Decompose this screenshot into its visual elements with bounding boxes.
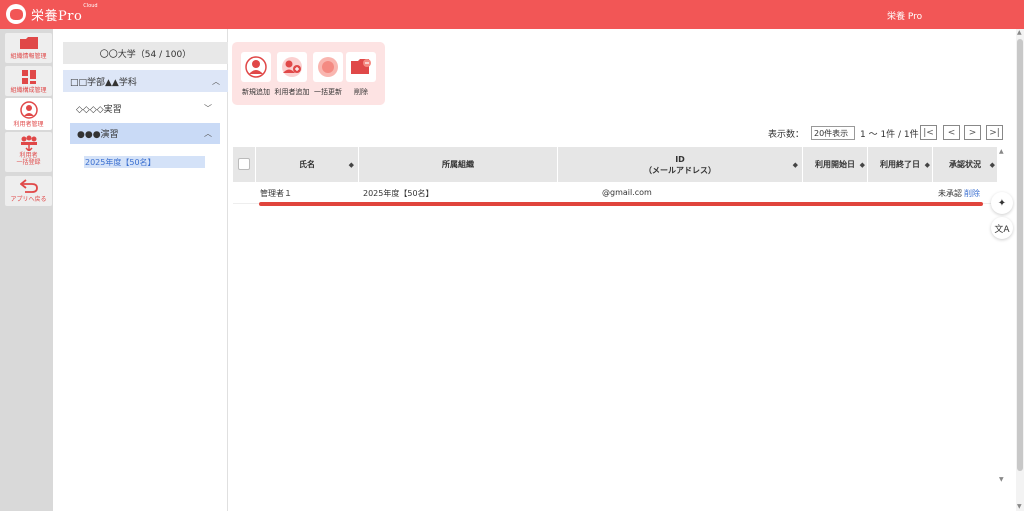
rail-label-line1: 利用者 [19, 152, 38, 159]
column-label: 利用終了日 [880, 160, 920, 169]
rail-item-org-info[interactable]: 組織情報管理 [5, 33, 52, 63]
scroll-up-icon[interactable]: ▲ [1017, 29, 1022, 36]
rail-item-user-management[interactable]: 利用者管理 [5, 98, 52, 130]
tree-item-year-group[interactable]: 2025年度【50名】 [84, 156, 205, 168]
cell-email: @gmail.com [602, 188, 652, 197]
column-label: ID [675, 154, 685, 164]
layout-icon [21, 70, 36, 84]
column-sublabel: （メールアドレス） [644, 165, 716, 175]
sort-icon[interactable]: ◆ [349, 160, 354, 171]
add-user-icon [282, 57, 302, 77]
delete-link[interactable]: 削除 [964, 188, 980, 199]
left-rail: 組織情報管理 組織構成管理 利用者管理 利用者 一括登録 アプリへ戻る [0, 29, 53, 511]
page-range: 1 〜 1件 / 1件 [860, 129, 919, 140]
scroll-down-icon[interactable]: ▼ [1017, 503, 1022, 510]
sparkle-icon[interactable]: ✦ [991, 192, 1013, 214]
tree-item-course-b[interactable]: ●●●演習 ︿ [70, 123, 220, 144]
tree-item-label: 2025年度【50名】 [85, 157, 156, 167]
column-start-date[interactable]: 利用開始日 ◆ [803, 147, 868, 182]
column-label: 利用開始日 [815, 160, 855, 169]
column-id[interactable]: ID （メールアドレス） ◆ [558, 147, 803, 182]
last-page-button[interactable]: >| [986, 125, 1003, 140]
org-tree-panel: 〇〇大学（54 / 100） □□学部▲▲学科 ︿ ◇◇◇◇実習 ﹀ ●●●演習… [53, 29, 228, 511]
next-page-button[interactable]: > [964, 125, 981, 140]
sort-icon[interactable]: ◆ [860, 160, 865, 171]
logo-text: 栄養Pro [31, 8, 83, 24]
action-label: 一括更新 [314, 88, 342, 96]
column-label: 承認状況 [949, 160, 981, 169]
folder-icon [19, 37, 38, 49]
header-title: 栄養 Pro [887, 12, 923, 22]
column-name[interactable]: 氏名 ◆ [256, 147, 359, 182]
new-add-button[interactable]: 新規追加 [241, 52, 271, 97]
tree-item-course-a[interactable]: ◇◇◇◇実習 ﹀ [70, 98, 220, 118]
return-icon [19, 179, 38, 193]
page-size-select[interactable]: 20件表示 [811, 126, 855, 140]
delete-folder-icon [351, 59, 371, 74]
first-page-button[interactable]: |< [920, 125, 937, 140]
rail-item-bulk-register[interactable]: 利用者 一括登録 [5, 132, 52, 172]
table-scroll-up-icon[interactable]: ▲ [999, 148, 1004, 155]
rail-label: 組織情報管理 [10, 53, 47, 60]
app-header: 栄養Pro Cloud 栄養 Pro [0, 0, 1024, 29]
rail-label: 組織構成管理 [10, 87, 47, 94]
refresh-icon [318, 57, 338, 77]
prev-page-button[interactable]: < [943, 125, 960, 140]
table-scroll-down-icon[interactable]: ▼ [999, 476, 1004, 483]
sort-icon[interactable]: ◆ [925, 160, 930, 171]
sort-icon[interactable]: ◆ [793, 160, 798, 171]
row-highlight-bar [259, 202, 983, 206]
user-icon [19, 101, 38, 119]
table-header: 氏名 ◆ 所属組織 ID （メールアドレス） ◆ 利用開始日 ◆ 利用終了日 ◆… [233, 147, 997, 182]
rail-label-line2: 一括登録 [16, 159, 41, 166]
app-logo[interactable]: 栄養Pro Cloud [6, 3, 98, 24]
bulk-update-button[interactable]: 一括更新 [313, 52, 343, 97]
person-icon [245, 56, 267, 78]
column-end-date[interactable]: 利用終了日 ◆ [868, 147, 933, 182]
column-status[interactable]: 承認状況 ◆ [933, 147, 997, 182]
action-label: 利用者追加 [274, 88, 310, 96]
tree-item-label: □□学部▲▲学科 [70, 77, 137, 88]
users-upload-icon [20, 135, 37, 151]
translate-icon[interactable]: 文A [991, 217, 1013, 239]
action-panel: 新規追加 利用者追加 一括更新 削除 [232, 42, 385, 105]
action-label: 新規追加 [242, 88, 270, 96]
page-scrollbar[interactable]: ▲ ▼ [1016, 29, 1024, 511]
chevron-down-icon[interactable]: ﹀ [204, 103, 212, 114]
rail-label: アプリへ戻る [10, 196, 47, 203]
page-size-label: 表示数： [768, 129, 805, 140]
logo-superscript: Cloud [83, 3, 98, 9]
tree-item-label: ●●●演習 [77, 130, 119, 140]
cell-status: 未承認 [938, 189, 962, 198]
cell-name: 管理者１ [260, 189, 292, 198]
column-label: 氏名 [299, 160, 315, 169]
page-size-value: 20件表示 [814, 128, 849, 138]
scrollbar-thumb[interactable] [1017, 39, 1023, 471]
chevron-up-icon[interactable]: ︿ [212, 76, 220, 87]
header-checkbox-cell [233, 147, 256, 182]
logo-mark-icon [6, 4, 26, 24]
tree-item-label: ◇◇◇◇実習 [76, 104, 122, 115]
column-label: 所属組織 [442, 160, 474, 169]
table-row[interactable]: 管理者１ 2025年度【50名】 @gmail.com 未承認 削除 [233, 182, 997, 204]
action-label: 削除 [354, 88, 368, 96]
rail-label: 利用者管理 [13, 121, 44, 128]
add-user-button[interactable]: 利用者追加 [274, 52, 310, 97]
rail-item-org-structure[interactable]: 組織構成管理 [5, 66, 52, 96]
delete-button[interactable]: 削除 [346, 52, 376, 97]
cell-org: 2025年度【50名】 [363, 189, 434, 198]
rail-item-back-to-app[interactable]: アプリへ戻る [5, 176, 52, 206]
chevron-up-icon[interactable]: ︿ [204, 128, 212, 139]
org-name-header: 〇〇大学（54 / 100） [63, 42, 228, 64]
tree-item-faculty[interactable]: □□学部▲▲学科 ︿ [63, 70, 228, 92]
select-all-checkbox[interactable] [238, 158, 250, 170]
column-org[interactable]: 所属組織 [359, 147, 558, 182]
sort-icon[interactable]: ◆ [990, 160, 995, 171]
